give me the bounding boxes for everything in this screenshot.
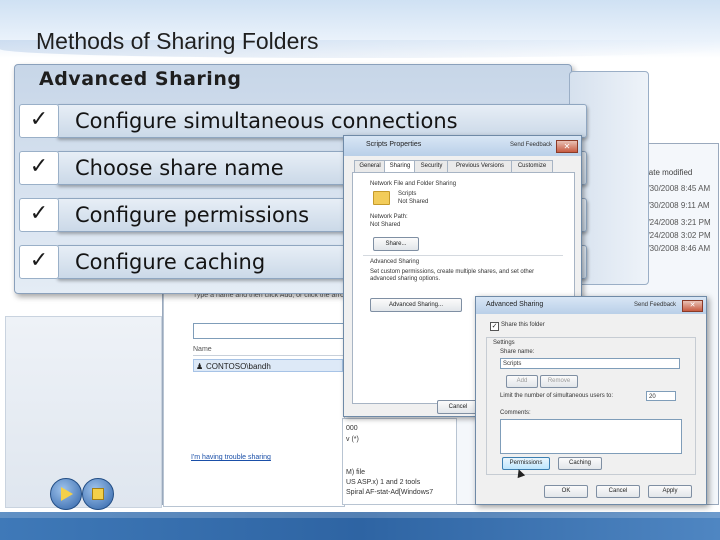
close-button[interactable]: ✕ bbox=[556, 140, 578, 153]
section-divider bbox=[363, 255, 563, 256]
date-modified-header[interactable]: Date modified bbox=[643, 168, 692, 177]
caching-button[interactable]: Caching bbox=[558, 457, 602, 470]
slide-navigation bbox=[50, 478, 120, 510]
share-folder-label: Share this folder bbox=[501, 322, 545, 328]
folder-name: Scripts bbox=[398, 191, 417, 197]
bottom-banner bbox=[0, 512, 720, 540]
checkmark-icon: ✓ bbox=[19, 198, 59, 232]
user-icon: ♟ bbox=[196, 362, 204, 371]
panel-title: Advanced Sharing bbox=[39, 68, 242, 90]
close-button[interactable]: ✕ bbox=[682, 300, 703, 312]
network-path-value: Not Shared bbox=[370, 222, 401, 228]
help-link[interactable]: I'm having trouble sharing bbox=[191, 454, 271, 461]
play-button[interactable] bbox=[50, 478, 82, 510]
date-cell: 2/24/2008 3:21 PM bbox=[643, 218, 711, 227]
apply-button[interactable]: Apply bbox=[648, 485, 692, 498]
permissions-button[interactable]: Permissions bbox=[502, 457, 550, 470]
details-pane: 000 v (*) M) file US ASP.x) 1 and 2 tool… bbox=[342, 418, 457, 505]
add-button[interactable]: Add bbox=[506, 375, 538, 388]
checkmark-icon: ✓ bbox=[19, 151, 59, 185]
share-folder-checkbox[interactable]: ✓ bbox=[490, 322, 499, 331]
user-list-row[interactable]: ♟ CONTOSO\bandh bbox=[193, 359, 343, 372]
slide-title: Methods of Sharing Folders bbox=[36, 28, 319, 54]
feature-label: Configure permissions bbox=[75, 203, 310, 227]
advanced-sharing-dialog: Advanced Sharing Send Feedback ✕ ✓ Share… bbox=[475, 296, 707, 505]
detail-line: M) file bbox=[346, 469, 366, 476]
remove-button[interactable]: Remove bbox=[540, 375, 578, 388]
header-divider bbox=[193, 355, 343, 356]
user-name-input[interactable] bbox=[193, 323, 345, 339]
user-limit-stepper[interactable]: 20 bbox=[646, 391, 676, 401]
advanced-description: Set custom permissions, create multiple … bbox=[370, 269, 535, 282]
date-cell: 1/30/2008 8:45 AM bbox=[643, 184, 711, 193]
send-feedback-link[interactable]: Send Feedback bbox=[634, 302, 676, 308]
detail-line: US ASP.x) 1 and 2 tools bbox=[346, 479, 421, 486]
comments-label: Comments: bbox=[500, 410, 531, 416]
dialog-titlebar: Advanced Sharing Send Feedback ✕ bbox=[476, 297, 706, 314]
feature-label: Configure caching bbox=[75, 250, 266, 274]
cancel-button[interactable]: Cancel bbox=[437, 400, 479, 414]
feature-label: Configure simultaneous connections bbox=[75, 109, 458, 133]
share-name-field[interactable]: Scripts bbox=[500, 358, 680, 369]
name-column-header[interactable]: Name bbox=[193, 346, 212, 353]
stop-icon bbox=[92, 488, 104, 500]
folder-status: Not Shared bbox=[398, 199, 429, 205]
date-cell: 2/24/2008 3:02 PM bbox=[643, 231, 711, 240]
feature-label: Choose share name bbox=[75, 156, 284, 180]
detail-line: v (*) bbox=[346, 436, 359, 443]
checkmark-icon: ✓ bbox=[19, 104, 59, 138]
date-cell: 1/30/2008 9:11 AM bbox=[643, 201, 710, 210]
share-button[interactable]: Share... bbox=[373, 237, 419, 251]
user-limit-label: Limit the number of simultaneous users t… bbox=[500, 393, 614, 399]
dialog-title: Advanced Sharing bbox=[486, 301, 544, 308]
section-heading: Network File and Folder Sharing bbox=[370, 181, 457, 187]
user-name: CONTOSO\bandh bbox=[206, 362, 271, 371]
comments-field[interactable] bbox=[500, 419, 682, 454]
date-cell: 1/30/2008 8:46 AM bbox=[643, 244, 711, 253]
dialog-titlebar: Scripts Properties Send Feedback ✕ bbox=[344, 136, 581, 156]
section-heading: Advanced Sharing bbox=[370, 259, 420, 265]
ok-button[interactable]: OK bbox=[544, 485, 588, 498]
advanced-sharing-button[interactable]: Advanced Sharing... bbox=[370, 298, 462, 312]
dialog-title: Scripts Properties bbox=[366, 141, 422, 148]
send-feedback-link[interactable]: Send Feedback bbox=[510, 142, 552, 148]
network-path-label: Network Path: bbox=[370, 214, 408, 220]
share-name-label: Share name: bbox=[500, 349, 535, 355]
detail-line: 000 bbox=[346, 425, 358, 432]
checkmark-icon: ✓ bbox=[19, 245, 59, 279]
settings-label: Settings bbox=[493, 340, 515, 346]
play-icon bbox=[61, 487, 73, 501]
cancel-button[interactable]: Cancel bbox=[596, 485, 640, 498]
detail-line: Spiral AF-stat-Ad[Windows7 bbox=[346, 489, 434, 496]
folder-icon bbox=[373, 191, 390, 205]
